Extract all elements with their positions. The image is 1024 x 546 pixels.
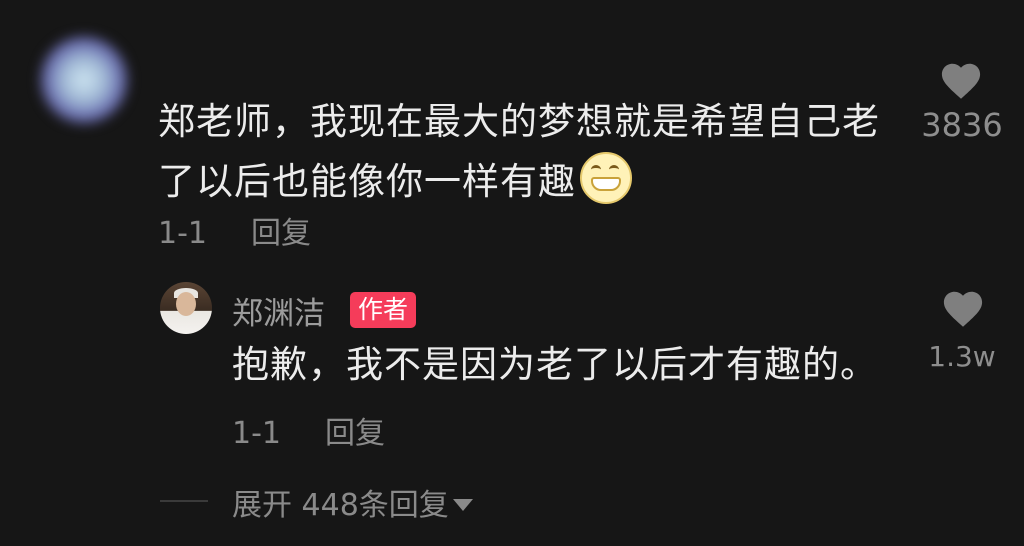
author-name[interactable]: 郑渊洁 — [232, 288, 325, 333]
expand-divider — [160, 500, 208, 502]
commenter-avatar[interactable] — [40, 36, 128, 124]
author-badge: 作者 — [350, 292, 417, 328]
reply-time: 1-1 — [232, 416, 281, 451]
expand-replies-label: 展开 448条回复 — [232, 488, 449, 523]
reply-meta: 1-1 回复 — [232, 408, 385, 452]
comment-text: 郑老师，我现在最大的梦想就是希望自己老了以后也能像你一样有趣 — [158, 100, 880, 203]
author-avatar[interactable] — [160, 282, 212, 334]
comment-body[interactable]: 郑老师，我现在最大的梦想就是希望自己老了以后也能像你一样有趣 — [158, 92, 898, 212]
reply-like-heart-icon[interactable] — [940, 286, 986, 328]
comment-meta: 1-1 回复 — [158, 208, 311, 252]
comment-time: 1-1 — [158, 216, 207, 251]
like-heart-icon[interactable] — [938, 58, 984, 100]
comment-reply-button[interactable]: 回复 — [251, 216, 311, 251]
reply-body[interactable]: 抱歉，我不是因为老了以后才有趣的。 — [232, 340, 878, 390]
chevron-down-icon — [452, 499, 473, 511]
expand-replies-button[interactable]: 展开 448条回复 — [232, 480, 473, 524]
grinning-face-icon — [580, 152, 632, 204]
comment-like-count: 3836 — [921, 106, 1003, 144]
reply-reply-button[interactable]: 回复 — [325, 416, 385, 451]
reply-like-count: 1.3w — [928, 340, 996, 373]
